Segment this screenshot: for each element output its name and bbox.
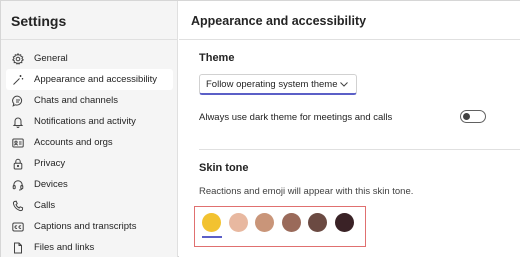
sidebar-item-devices[interactable]: Devices xyxy=(6,174,173,195)
toggle-knob xyxy=(463,113,470,120)
skin-tone-option-2[interactable] xyxy=(229,213,248,232)
skin-tone-option-6[interactable] xyxy=(335,213,354,232)
sidebar-item-label: Devices xyxy=(34,179,68,190)
sidebar-item-notifications[interactable]: Notifications and activity xyxy=(6,111,173,132)
selected-tone-indicator xyxy=(202,236,222,238)
skin-tone-option-3[interactable] xyxy=(255,213,274,232)
sidebar-item-captions[interactable]: Captions and transcripts xyxy=(6,216,173,237)
settings-nav: General Appearance and accessibility Cha… xyxy=(6,48,173,257)
sidebar-item-label: Calls xyxy=(34,200,56,211)
sidebar-divider xyxy=(1,39,178,40)
section-divider xyxy=(199,149,520,150)
sidebar-item-chats[interactable]: Chats and channels xyxy=(6,90,173,111)
sidebar-item-files[interactable]: Files and links xyxy=(6,237,173,257)
sidebar-item-label: Captions and transcripts xyxy=(34,221,137,232)
settings-sidebar: Settings General Appearance and accessib… xyxy=(1,1,178,257)
theme-heading: Theme xyxy=(199,52,235,64)
skin-tone-heading: Skin tone xyxy=(199,162,249,174)
sidebar-item-label: Appearance and accessibility xyxy=(34,74,158,85)
skin-tone-option-1[interactable] xyxy=(202,213,221,232)
closed-captions-icon xyxy=(12,221,24,233)
sidebar-item-label: General xyxy=(34,53,68,64)
sidebar-item-appearance[interactable]: Appearance and accessibility xyxy=(6,69,173,90)
sidebar-item-general[interactable]: General xyxy=(6,48,173,69)
sidebar-item-privacy[interactable]: Privacy xyxy=(6,153,173,174)
dark-theme-toggle-label: Always use dark theme for meetings and c… xyxy=(199,112,393,123)
sidebar-item-label: Files and links xyxy=(34,242,95,253)
theme-dropdown[interactable]: Follow operating system theme xyxy=(199,74,357,95)
dark-theme-toggle[interactable] xyxy=(460,110,486,123)
chevron-down-icon xyxy=(340,82,348,87)
document-icon xyxy=(12,242,24,254)
gear-icon xyxy=(12,52,24,65)
settings-window: Settings General Appearance and accessib… xyxy=(0,0,520,257)
sidebar-item-label: Chats and channels xyxy=(34,95,118,106)
page-title: Appearance and accessibility xyxy=(191,14,367,28)
sidebar-title: Settings xyxy=(11,13,67,29)
sidebar-item-label: Notifications and activity xyxy=(34,116,136,127)
headset-icon xyxy=(12,179,24,191)
chat-icon xyxy=(12,95,24,107)
sidebar-item-calls[interactable]: Calls xyxy=(6,195,173,216)
lock-icon xyxy=(12,158,24,170)
magic-wand-icon xyxy=(12,74,24,86)
sidebar-item-label: Accounts and orgs xyxy=(34,137,113,148)
phone-icon xyxy=(12,200,24,212)
skin-tone-option-5[interactable] xyxy=(308,213,327,232)
skin-tone-option-4[interactable] xyxy=(282,213,301,232)
theme-dropdown-value: Follow operating system theme xyxy=(206,78,338,90)
header-divider xyxy=(179,39,520,40)
bell-icon xyxy=(12,116,24,128)
sidebar-item-accounts[interactable]: Accounts and orgs xyxy=(6,132,173,153)
person-card-icon xyxy=(12,137,24,149)
settings-main: Appearance and accessibility Theme Follo… xyxy=(179,1,520,257)
sidebar-item-label: Privacy xyxy=(34,158,66,169)
skin-tone-description: Reactions and emoji will appear with thi… xyxy=(199,186,414,197)
